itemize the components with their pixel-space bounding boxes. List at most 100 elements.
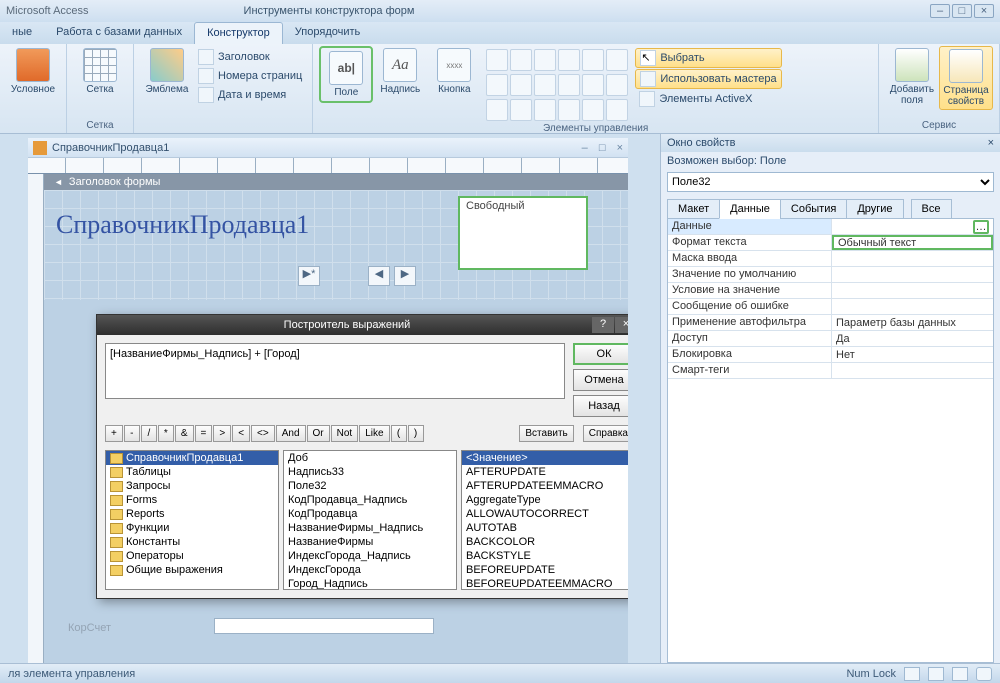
property-row[interactable]: Формат текстаОбычный текст — [668, 235, 993, 251]
control-icon[interactable] — [486, 74, 508, 96]
operator-button[interactable]: Like — [359, 425, 389, 442]
close-button[interactable]: × — [974, 4, 994, 18]
control-icon[interactable] — [606, 99, 628, 121]
property-row[interactable]: Сообщение об ошибке — [668, 299, 993, 315]
page-numbers-button[interactable]: Номера страниц — [194, 67, 306, 85]
property-row[interactable]: БлокировкаНет — [668, 347, 993, 363]
tab-design[interactable]: Конструктор — [194, 22, 283, 44]
unbound-textbox[interactable]: Свободный — [458, 196, 588, 270]
operator-button[interactable]: ( — [391, 425, 407, 442]
operator-button[interactable]: = — [195, 425, 213, 442]
control-icon[interactable] — [534, 99, 556, 121]
list-item[interactable]: BEFOREUPDATE — [462, 563, 628, 577]
control-icon[interactable] — [558, 49, 580, 71]
property-row[interactable]: Данные… — [668, 219, 993, 235]
list-item[interactable]: ИндексГорода — [284, 563, 456, 577]
control-icon[interactable] — [558, 99, 580, 121]
list-item[interactable]: Функции — [106, 521, 278, 535]
prop-tab-data[interactable]: Данные — [719, 199, 781, 219]
list-item[interactable]: Надпись33 — [284, 465, 456, 479]
doc-max[interactable]: □ — [599, 142, 606, 154]
operator-button[interactable]: And — [276, 425, 306, 442]
prop-tab-format[interactable]: Макет — [667, 199, 720, 219]
list-item[interactable]: НазваниеФирмы_Надпись — [284, 521, 456, 535]
control-icon[interactable] — [582, 49, 604, 71]
dialog-help[interactable]: ? — [592, 317, 614, 333]
add-fields-button[interactable]: Добавить поля — [885, 46, 939, 108]
nav-prev[interactable]: ◀ — [368, 266, 390, 286]
property-row[interactable]: ДоступДа — [668, 331, 993, 347]
list-item[interactable]: BACKSTYLE — [462, 549, 628, 563]
control-icon[interactable] — [534, 74, 556, 96]
control-icon[interactable] — [486, 49, 508, 71]
list-item[interactable]: ALLOWAUTOCORRECT — [462, 507, 628, 521]
list-item[interactable]: ИндексГорода_Надпись — [284, 549, 456, 563]
dialog-close[interactable]: × — [615, 317, 628, 333]
list-item[interactable]: Константы — [106, 535, 278, 549]
list-item[interactable]: НазваниеФирмы — [284, 535, 456, 549]
logo-button[interactable]: Эмблема — [140, 46, 194, 97]
control-icon[interactable] — [606, 49, 628, 71]
select-button[interactable]: ↖ Выбрать — [635, 48, 781, 68]
list-item[interactable]: КодПродавца — [284, 507, 456, 521]
operator-button[interactable]: < — [232, 425, 250, 442]
cancel-button[interactable]: Отмена — [573, 369, 628, 391]
operator-button[interactable]: * — [158, 425, 174, 442]
operator-button[interactable]: > — [213, 425, 231, 442]
operator-button[interactable]: - — [124, 425, 140, 442]
list-item[interactable]: Операторы — [106, 549, 278, 563]
list-item[interactable]: Запросы — [106, 479, 278, 493]
operator-button[interactable]: Not — [331, 425, 359, 442]
tab-arrange[interactable]: Упорядочить — [283, 22, 372, 44]
list-item[interactable]: Общие выражения — [106, 563, 278, 577]
control-icon[interactable] — [558, 74, 580, 96]
control-icon[interactable] — [606, 74, 628, 96]
build-button[interactable]: … — [973, 220, 989, 234]
operator-button[interactable]: / — [141, 425, 157, 442]
property-grid[interactable]: Данные…Формат текстаОбычный текстМаска в… — [667, 218, 994, 663]
field-list[interactable]: ДобНадпись33Поле32КодПродавца_НадписьКод… — [283, 450, 457, 590]
gridlines-button[interactable]: Сетка — [73, 46, 127, 97]
list-item[interactable]: Reports — [106, 507, 278, 521]
activex-button[interactable]: Элементы ActiveX — [635, 90, 781, 108]
list-item[interactable]: AggregateType — [462, 493, 628, 507]
list-item[interactable]: AFTERUPDATEEMMACRO — [462, 479, 628, 493]
list-item[interactable]: Поле32 — [284, 479, 456, 493]
control-icon[interactable] — [510, 74, 532, 96]
form-title-label[interactable]: СправочникПродавца1 — [56, 210, 309, 240]
list-item[interactable]: Доб — [284, 451, 456, 465]
doc-close[interactable]: × — [617, 142, 623, 154]
property-list[interactable]: <Значение>AFTERUPDATEAFTERUPDATEEMMACROA… — [461, 450, 628, 590]
list-item[interactable]: СправочникПродавца1 — [106, 451, 278, 465]
list-item[interactable]: AUTOTAB — [462, 521, 628, 535]
button-control-button[interactable]: xxxx Кнопка — [427, 46, 481, 97]
property-row[interactable]: Смарт-теги — [668, 363, 993, 379]
prop-tab-event[interactable]: События — [780, 199, 847, 219]
control-icon[interactable] — [582, 74, 604, 96]
list-item[interactable]: BACKCOLOR — [462, 535, 628, 549]
operator-button[interactable]: ) — [408, 425, 424, 442]
view-form-icon[interactable] — [904, 667, 920, 681]
back-button[interactable]: Назад — [573, 395, 628, 417]
view-datasheet-icon[interactable] — [928, 667, 944, 681]
control-icon[interactable] — [486, 99, 508, 121]
control-icon[interactable] — [582, 99, 604, 121]
property-row[interactable]: Условие на значение — [668, 283, 993, 299]
list-item[interactable]: Таблицы — [106, 465, 278, 479]
tab-database-tools[interactable]: Работа с базами данных — [44, 22, 194, 44]
tab-partial[interactable]: ные — [0, 22, 44, 44]
property-row[interactable]: Применение автофильтраПараметр базы данн… — [668, 315, 993, 331]
list-item[interactable]: Forms — [106, 493, 278, 507]
minimize-button[interactable]: – — [930, 4, 950, 18]
label-control-button[interactable]: Aa Надпись — [373, 46, 427, 97]
title-button[interactable]: Заголовок — [194, 48, 306, 66]
category-list[interactable]: СправочникПродавца1ТаблицыЗапросыFormsRe… — [105, 450, 279, 590]
operator-button[interactable]: + — [105, 425, 123, 442]
nav-next[interactable]: ▶ — [394, 266, 416, 286]
property-row[interactable]: Маска ввода — [668, 251, 993, 267]
control-icon[interactable] — [510, 99, 532, 121]
property-sheet-button[interactable]: Страница свойств — [939, 46, 993, 110]
operator-button[interactable]: <> — [251, 425, 275, 442]
paste-button[interactable]: Вставить — [519, 425, 573, 442]
list-item[interactable]: КодПродавца_Надпись — [284, 493, 456, 507]
